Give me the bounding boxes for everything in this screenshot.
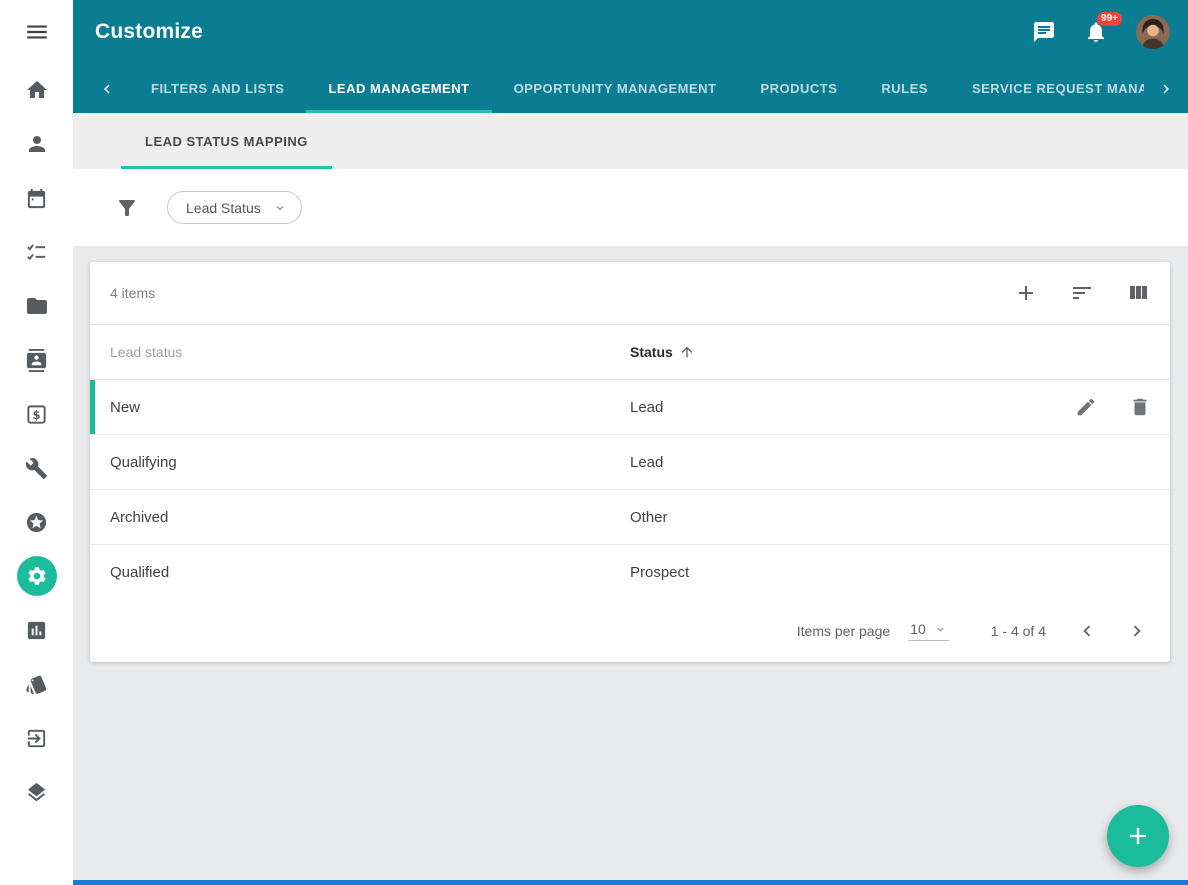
chevron-down-icon [273,201,287,215]
sales-icon[interactable]: $ [17,394,57,434]
lead-status-cell: New [90,399,630,416]
avatar[interactable] [1136,15,1170,49]
tools-icon[interactable] [17,448,57,488]
layers-icon[interactable] [17,772,57,812]
app-header: Customize 99+ [73,0,1188,64]
featured-icon[interactable] [17,502,57,542]
tab-rules[interactable]: RULES [859,64,950,113]
filter-bar: Lead Status [73,169,1188,246]
add-icon [1124,822,1152,850]
lead-status-cell: Archived [90,509,630,526]
sign-in-icon[interactable] [17,718,57,758]
settings-icon[interactable] [17,556,57,596]
columns-icon[interactable] [1126,281,1150,305]
table-row[interactable]: New Lead [90,380,1170,435]
svg-text:$: $ [32,407,40,421]
tab-filters-and-lists[interactable]: FILTERS AND LISTS [129,64,306,113]
add-fab-button[interactable] [1107,805,1169,867]
column-header-lead-status[interactable]: Lead status [90,344,630,360]
lead-status-mapping-card: 4 items Lead status Status New Lead [90,262,1170,662]
page-title: Customize [95,20,203,44]
tab-service-request-management[interactable]: SERVICE REQUEST MANAGEMENT [950,64,1144,113]
subtab-lead-status-mapping[interactable]: LEAD STATUS MAPPING [121,113,332,169]
lead-status-filter-chip[interactable]: Lead Status [167,191,302,224]
folder-icon[interactable] [17,286,57,326]
page-range-label: 1 - 4 of 4 [991,623,1046,639]
menu-icon[interactable] [17,12,57,52]
column-header-status[interactable]: Status [630,344,1170,360]
next-page-icon[interactable] [1126,620,1148,642]
contacts-icon[interactable] [17,340,57,380]
items-per-page-select[interactable]: 10 [908,621,949,641]
sort-icon[interactable] [1070,281,1094,305]
tabs-scroll-left-icon[interactable] [85,64,129,113]
tab-products[interactable]: PRODUCTS [738,64,859,113]
person-icon[interactable] [17,124,57,164]
status-cell: Other [630,509,1170,526]
items-count: 4 items [110,285,155,301]
lead-status-cell: Qualifying [90,454,630,471]
tab-lead-management[interactable]: LEAD MANAGEMENT [306,64,491,113]
chevron-down-icon [934,623,947,636]
pagination: Items per page 10 1 - 4 of 4 [90,600,1170,662]
chat-icon[interactable] [1032,20,1056,44]
notifications-badge: 99+ [1097,12,1122,26]
home-icon[interactable] [17,70,57,110]
sub-tabbar: LEAD STATUS MAPPING [73,113,1188,169]
reports-icon[interactable] [17,610,57,650]
calendar-icon[interactable] [17,178,57,218]
status-cell: Lead [630,454,1170,471]
items-per-page-label: Items per page [797,623,890,639]
tasks-icon[interactable] [17,232,57,272]
status-cell: Prospect [630,564,1170,581]
notifications-icon[interactable]: 99+ [1084,20,1108,44]
table-header-row: Lead status Status [90,325,1170,380]
edit-icon[interactable] [1075,396,1097,418]
table-row[interactable]: Qualifying Lead [90,435,1170,490]
delete-icon[interactable] [1129,396,1151,418]
filter-icon[interactable] [115,196,139,220]
main-tabbar: FILTERS AND LISTS LEAD MANAGEMENT OPPORT… [73,64,1188,113]
deals-icon[interactable] [17,664,57,704]
sidebar: $ [0,0,73,885]
tabs-scroll-right-icon[interactable] [1144,64,1188,113]
table-row[interactable]: Archived Other [90,490,1170,545]
filter-chip-label: Lead Status [186,200,261,216]
sort-ascending-icon [679,344,695,360]
table-row[interactable]: Qualified Prospect [90,545,1170,600]
lead-status-cell: Qualified [90,564,630,581]
previous-page-icon[interactable] [1076,620,1098,642]
card-toolbar: 4 items [90,262,1170,325]
tab-opportunity-management[interactable]: OPPORTUNITY MANAGEMENT [492,64,739,113]
add-icon[interactable] [1014,281,1038,305]
horizontal-scrollbar[interactable] [73,880,1188,885]
